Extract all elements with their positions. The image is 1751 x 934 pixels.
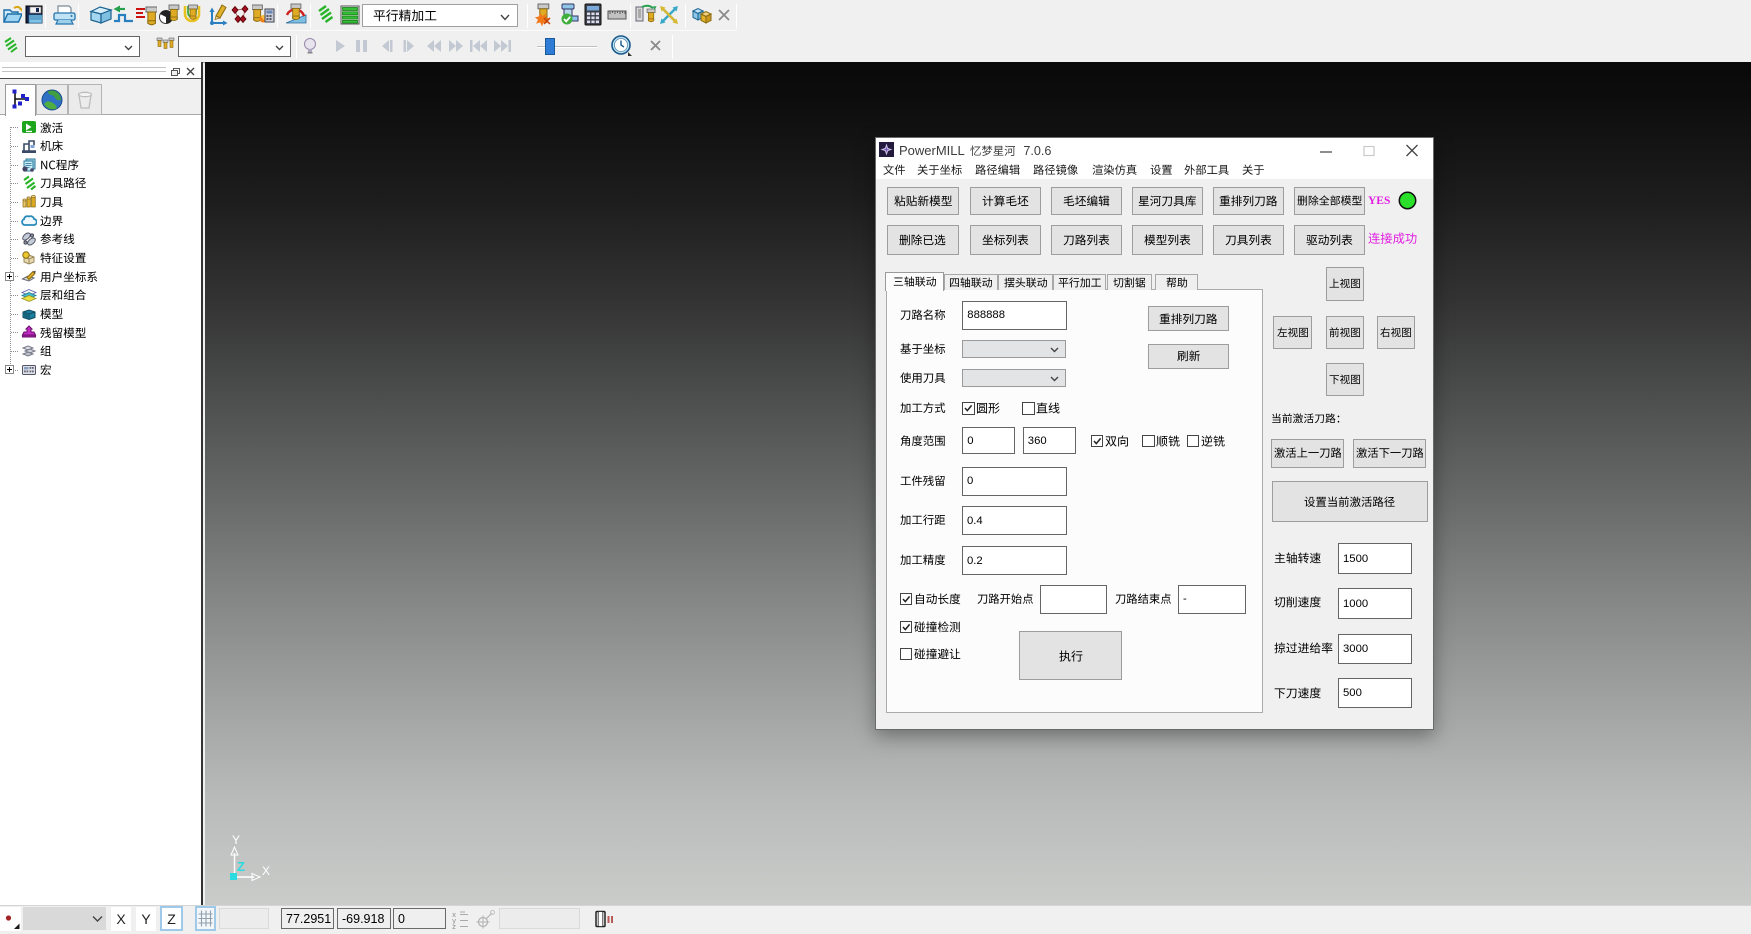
svg-text:X: X [262,864,270,878]
svg-text:Z: Z [237,859,245,874]
svg-text:Y: Y [232,833,240,847]
svg-text:z: z [452,924,456,929]
